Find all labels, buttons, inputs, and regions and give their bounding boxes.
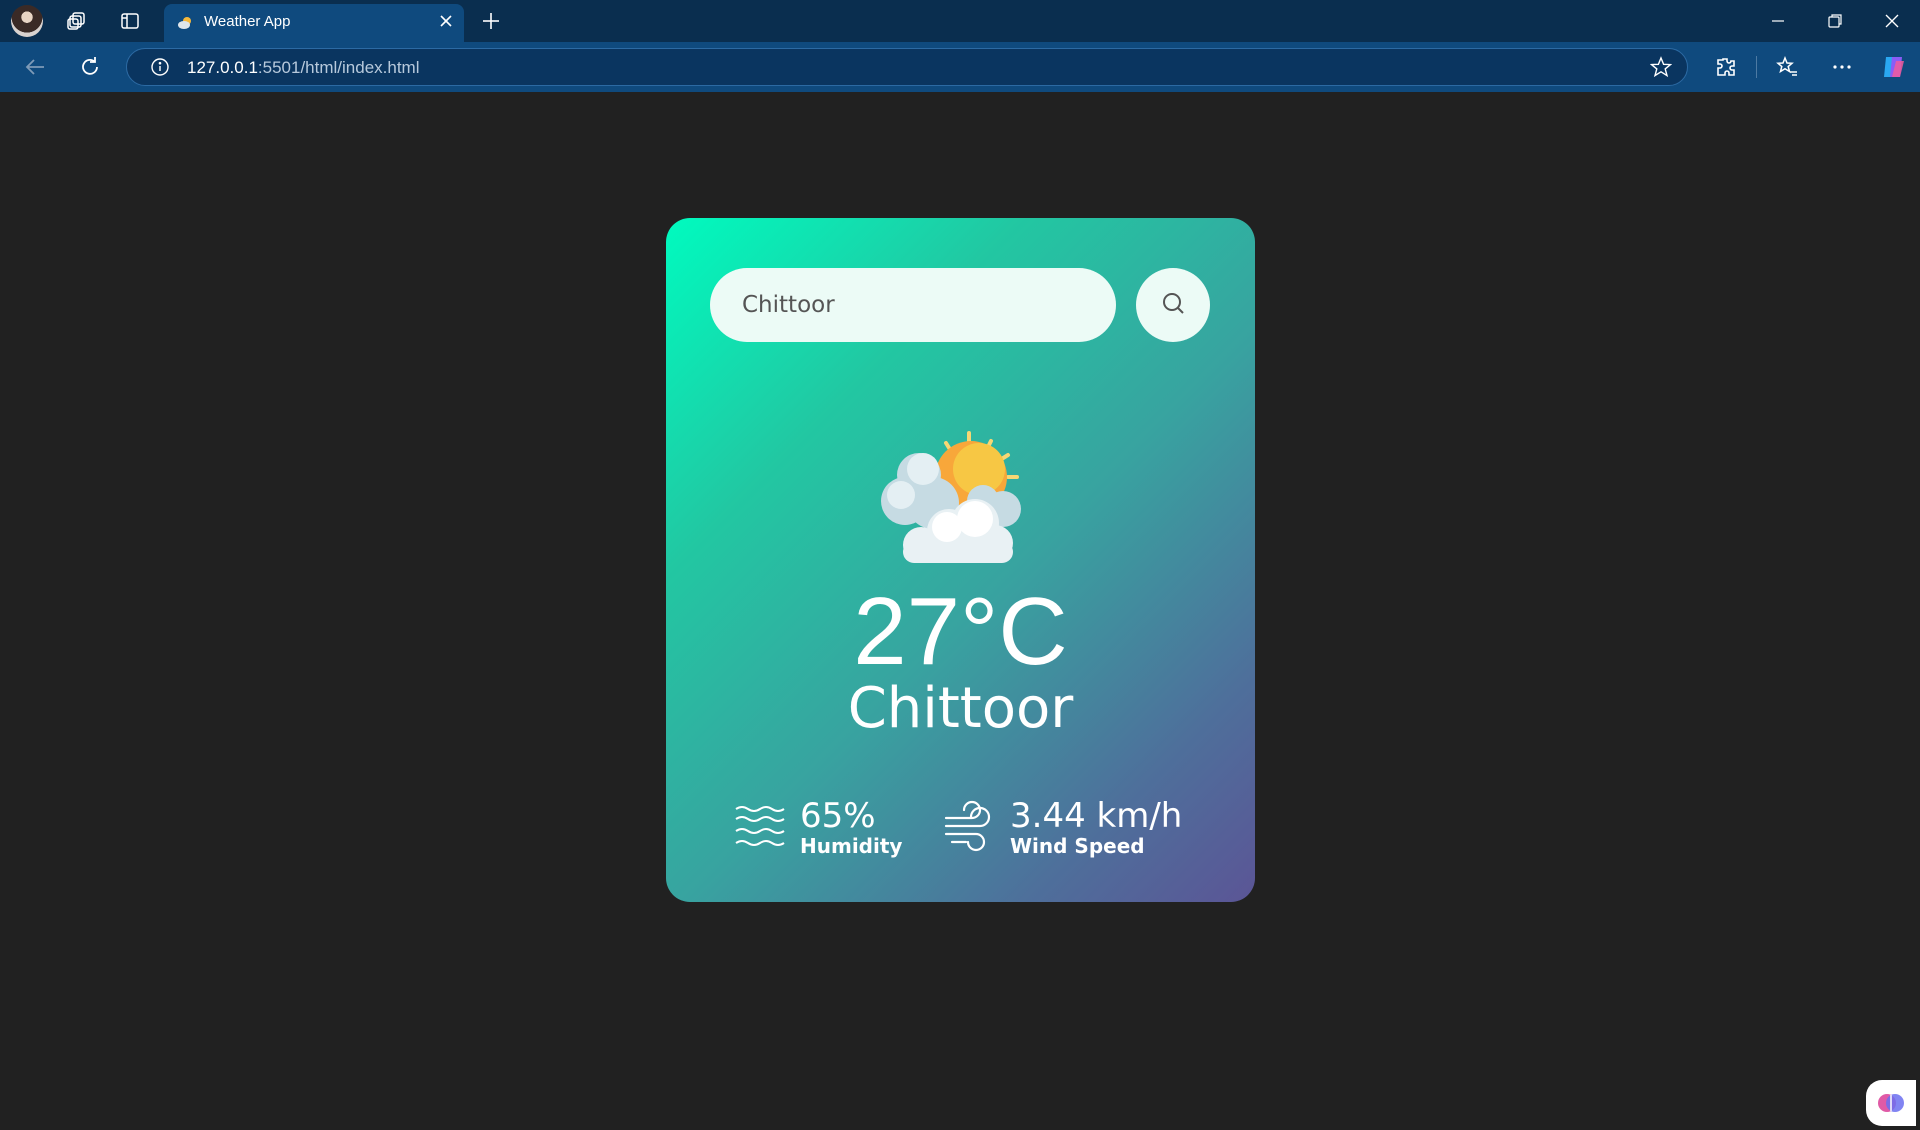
humidity-text: 65% Humidity bbox=[800, 798, 902, 858]
extensions-icon[interactable] bbox=[1710, 51, 1742, 83]
new-tab-icon[interactable] bbox=[476, 6, 506, 36]
tab-close-icon[interactable] bbox=[438, 13, 454, 33]
search-icon bbox=[1160, 290, 1186, 320]
humidity-waves-icon bbox=[734, 803, 786, 853]
address-bar[interactable]: 127.0.0.1:5501/html/index.html bbox=[126, 48, 1688, 86]
url-text[interactable]: 127.0.0.1:5501/html/index.html bbox=[187, 58, 420, 78]
url-host: 127.0.0.1 bbox=[187, 58, 258, 77]
humidity-value: 65% bbox=[800, 796, 876, 836]
more-options-icon[interactable] bbox=[1826, 51, 1858, 83]
copilot-icon[interactable] bbox=[1878, 51, 1910, 83]
favorite-star-icon[interactable] bbox=[1645, 51, 1677, 83]
refresh-icon[interactable] bbox=[74, 51, 106, 83]
close-window-icon[interactable] bbox=[1872, 6, 1912, 36]
browser-tab-weather-app[interactable]: Weather App bbox=[164, 4, 464, 42]
tab-title: Weather App bbox=[204, 13, 291, 30]
restore-icon[interactable] bbox=[1815, 6, 1855, 36]
vertical-tabs-icon[interactable] bbox=[115, 6, 145, 36]
url-path: :5501/html/index.html bbox=[257, 58, 420, 77]
wind-icon bbox=[944, 800, 996, 856]
temperature-display: 27°C bbox=[853, 578, 1068, 685]
workspaces-icon[interactable] bbox=[62, 6, 92, 36]
minimize-icon[interactable] bbox=[1758, 6, 1798, 36]
weather-card: 27°C Chittoor 65% Humidity 3.44 km bbox=[666, 218, 1255, 902]
tab-favicon-icon bbox=[176, 14, 194, 36]
browser-tab-bar: Weather App bbox=[0, 0, 1920, 42]
humidity-section: 65% Humidity bbox=[734, 798, 902, 858]
favorites-icon[interactable] bbox=[1771, 51, 1803, 83]
partly-cloudy-icon bbox=[881, 431, 1021, 563]
wind-label: Wind Speed bbox=[1010, 834, 1145, 858]
browser-toolbar: 127.0.0.1:5501/html/index.html bbox=[0, 42, 1920, 92]
toolbar-divider bbox=[1756, 56, 1757, 78]
humidity-label: Humidity bbox=[800, 834, 903, 858]
profile-avatar[interactable] bbox=[11, 5, 43, 37]
wind-section: 3.44 km/h Wind Speed bbox=[944, 798, 1182, 858]
site-info-icon[interactable] bbox=[144, 51, 176, 83]
search-button[interactable] bbox=[1136, 268, 1210, 342]
back-arrow-icon[interactable] bbox=[19, 51, 51, 83]
city-name: Chittoor bbox=[847, 676, 1074, 741]
wind-text: 3.44 km/h Wind Speed bbox=[1010, 798, 1182, 858]
wind-value: 3.44 km/h bbox=[1010, 796, 1183, 836]
city-search-input[interactable] bbox=[710, 268, 1116, 342]
sidebar-assistant-icon[interactable] bbox=[1866, 1080, 1916, 1126]
